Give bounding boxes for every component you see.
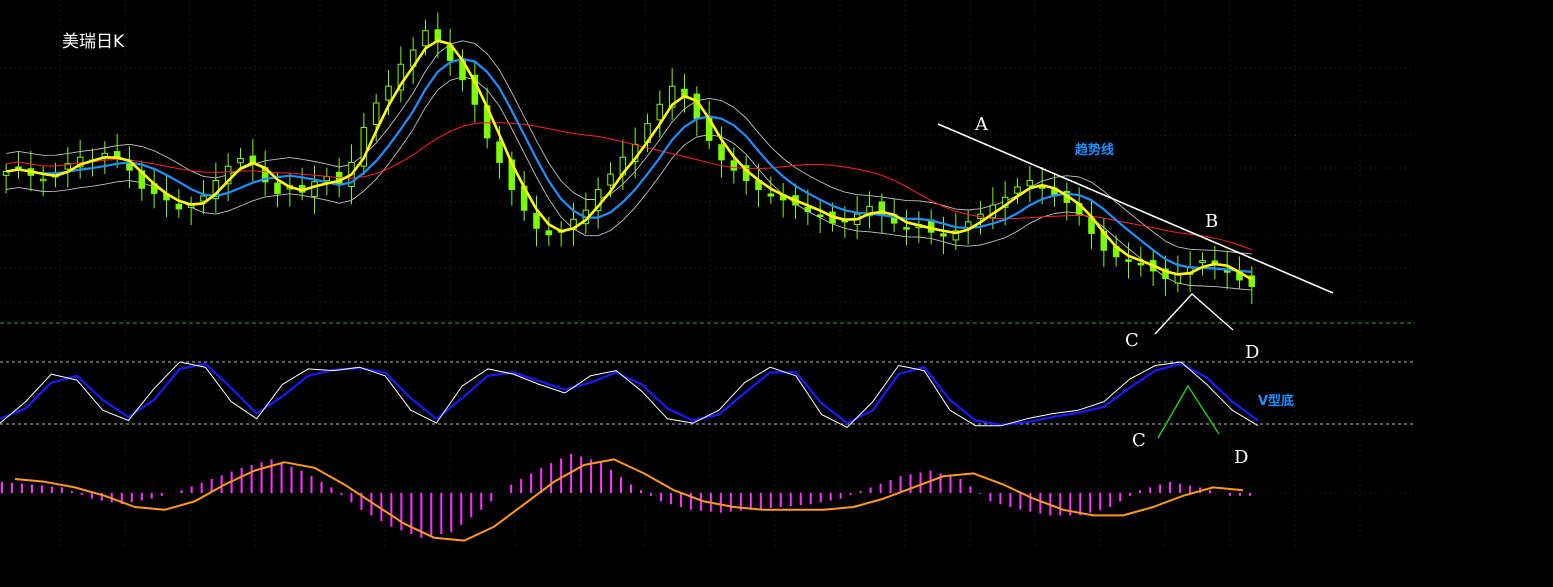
kdj-panel xyxy=(0,361,1259,428)
candle-body xyxy=(1125,259,1132,262)
ma-fast-line xyxy=(5,39,1253,281)
candle-body xyxy=(496,141,503,163)
price-v-pattern xyxy=(1154,293,1234,335)
candle-body xyxy=(372,102,380,126)
point-d-kdj-label: D xyxy=(1234,447,1248,468)
candle-body xyxy=(1026,180,1034,187)
candle-body xyxy=(1014,186,1021,194)
macd-panel xyxy=(1,453,1252,542)
trend-label: 趋势线 xyxy=(1075,142,1114,158)
band-upper-line xyxy=(6,40,1252,255)
candle-body xyxy=(39,178,47,182)
kdj-v-pattern xyxy=(1157,384,1220,439)
candle-body xyxy=(533,213,540,229)
candle-body xyxy=(175,203,183,210)
band-lower-line xyxy=(6,76,1252,291)
candle-body xyxy=(237,158,244,164)
point-c-price-label: C xyxy=(1125,330,1139,351)
moving-averages xyxy=(5,39,1253,281)
candle-body xyxy=(1137,262,1145,266)
stock-chart: 美瑞日K A B 趋势线 C D C D V型底 xyxy=(0,0,1415,550)
candle-body xyxy=(545,230,553,236)
candle-body xyxy=(718,144,725,161)
candlesticks xyxy=(2,12,1256,305)
candle-body xyxy=(607,173,614,186)
candle-body xyxy=(903,227,910,230)
point-d-price-label: D xyxy=(1245,342,1259,363)
candle-body xyxy=(804,206,812,213)
point-a-label: A xyxy=(974,114,989,135)
kdj-k-line xyxy=(0,361,1259,428)
candle-body xyxy=(422,30,429,47)
v-bottom-label: V型底 xyxy=(1258,393,1294,409)
candle-body xyxy=(816,214,824,218)
ma-slow-line xyxy=(6,122,1252,251)
candle-body xyxy=(385,85,392,101)
point-c-kdj-label: C xyxy=(1132,430,1146,451)
candle-body xyxy=(767,193,775,197)
chart-stage: 美瑞日K A B 趋势线 C D C D V型底 xyxy=(0,0,1553,587)
point-b-label: B xyxy=(1205,211,1218,232)
candle-body xyxy=(1199,260,1206,264)
candle-body xyxy=(311,181,318,198)
price-panel xyxy=(2,12,1256,305)
macd-signal-line xyxy=(14,458,1244,542)
candle-body xyxy=(656,103,664,121)
candle-body xyxy=(730,160,738,171)
candle-body xyxy=(323,176,331,182)
chart-title: 美瑞日K xyxy=(62,32,125,52)
kdj-d-line xyxy=(0,362,1259,426)
candle-body xyxy=(274,182,281,194)
candle-body xyxy=(940,233,947,237)
candle-body xyxy=(693,93,701,119)
